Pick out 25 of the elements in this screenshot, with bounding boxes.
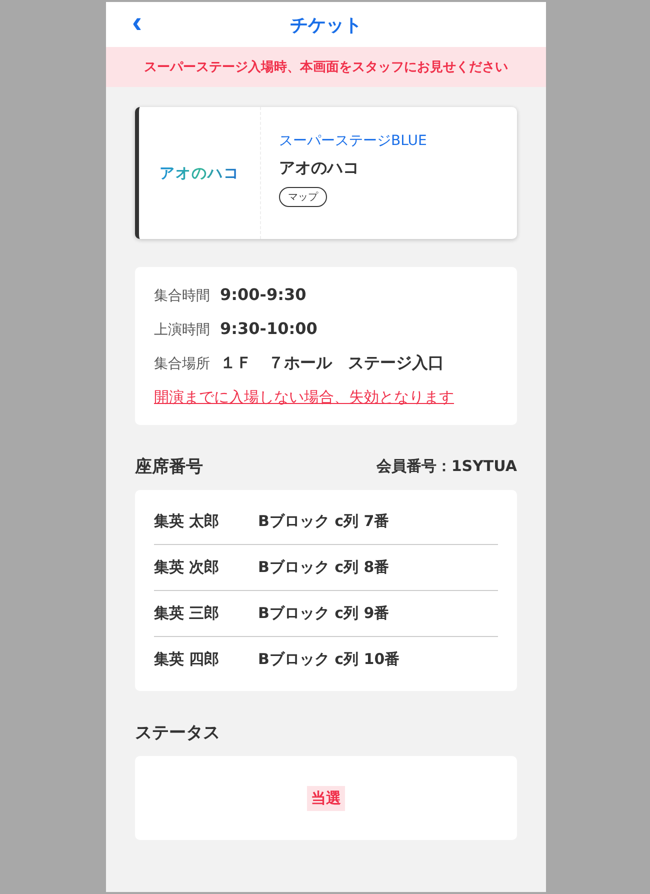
detail-label: 上演時間 [154,321,210,339]
status-label: 当選 [307,786,345,810]
seat-number: Bブロック c列 7番 [258,512,390,531]
section-heading: ステータス [135,722,220,744]
detail-value: １Ｆ ７ホール ステージ入口 [220,353,444,374]
seat-number: Bブロック c列 9番 [258,604,390,623]
holder-name: 集英 次郎 [154,558,220,577]
back-button[interactable]: ‹ [128,8,146,38]
section-heading: 座席番号 [135,456,203,478]
page-title: チケット [290,14,362,36]
event-title: アオのハコ [279,158,359,179]
notice-banner: スーパーステージ入場時、本画面をスタッフにお見せください [106,47,546,87]
stage-name: スーパーステージBLUE [279,132,427,150]
detail-value: 9:00-9:30 [220,285,306,304]
map-button[interactable]: マップ [279,187,327,207]
holder-name: 集英 三郎 [154,604,220,623]
detail-label: 集合時間 [154,287,210,305]
member-number: 会員番号：1SYTUA [376,457,517,476]
holder-name: 集英 四郎 [154,650,220,669]
seat-number: Bブロック c列 10番 [258,650,400,669]
detail-value: 9:30-10:00 [220,319,318,338]
seat-number: Bブロック c列 8番 [258,558,390,577]
detail-label: 集合場所 [154,355,210,373]
warning-link[interactable]: 開演までに入場しない場合、失効となります [154,388,498,407]
holder-name: 集英 太郎 [154,512,220,531]
